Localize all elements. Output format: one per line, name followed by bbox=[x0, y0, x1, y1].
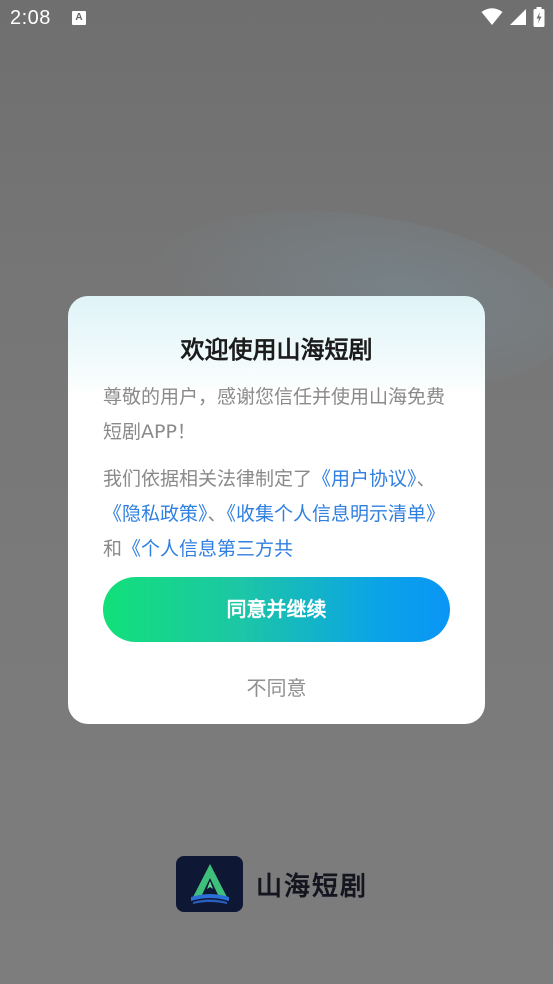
dialog-title: 欢迎使用山海短剧 bbox=[180, 336, 373, 364]
cell-signal-icon bbox=[510, 9, 526, 25]
status-time: 2:08 bbox=[10, 7, 51, 29]
app-logo-icon bbox=[176, 856, 243, 912]
user-agreement-link[interactable]: 《用户协议》 bbox=[312, 468, 417, 490]
app-screen: 2:08 A 欢迎使用山海短剧 尊敬的用户，感谢您信任并使用山海免费短剧APP！… bbox=[0, 0, 553, 984]
brand-name: 山海短剧 bbox=[256, 871, 369, 902]
notification-icon: A bbox=[72, 11, 86, 25]
separator: 、 bbox=[207, 503, 227, 525]
brand-footer: 山海短剧 bbox=[176, 856, 368, 912]
privacy-dialog: 欢迎使用山海短剧 尊敬的用户，感谢您信任并使用山海免费短剧APP！ 我们依据相关… bbox=[68, 296, 485, 724]
wifi-icon bbox=[481, 8, 503, 25]
disagree-button[interactable]: 不同意 bbox=[68, 672, 485, 701]
status-icons bbox=[481, 7, 545, 27]
conjunction: 和 bbox=[103, 538, 123, 560]
intro-text: 尊敬的用户，感谢您信任并使用山海免费短剧APP！ bbox=[103, 386, 446, 443]
policy-text-lead: 我们依据相关法律制定了 bbox=[103, 468, 313, 490]
separator: 、 bbox=[416, 468, 436, 490]
policy-text: 我们依据相关法律制定了《用户协议》、《隐私政策》、《收集个人信息明示清单》和《个… bbox=[103, 462, 448, 564]
third-party-sharing-link[interactable]: 《个人信息第三方共 bbox=[122, 538, 293, 560]
agree-continue-button[interactable]: 同意并继续 bbox=[103, 577, 450, 642]
privacy-policy-link[interactable]: 《隐私政策》 bbox=[103, 503, 208, 525]
status-bar: 2:08 A bbox=[0, 0, 553, 38]
battery-icon bbox=[533, 7, 545, 27]
personal-info-list-link[interactable]: 《收集个人信息明示清单》 bbox=[227, 503, 446, 525]
